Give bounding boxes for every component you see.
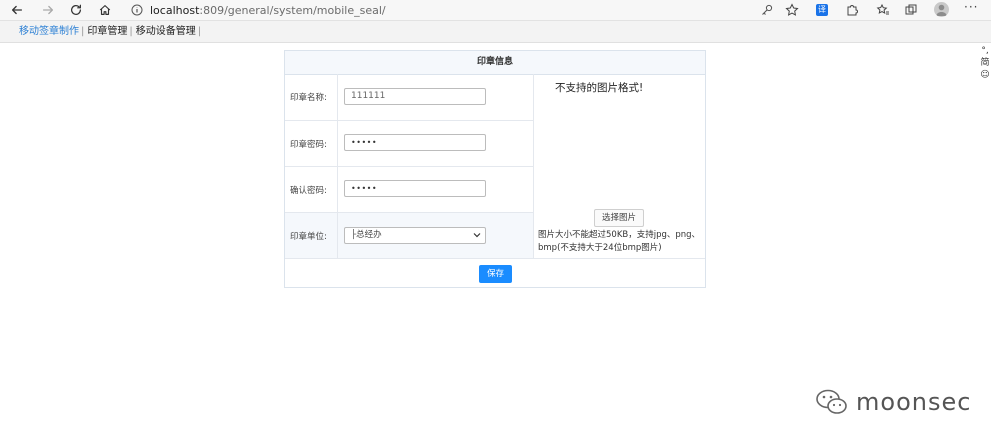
home-button[interactable] [95,1,115,19]
seal-name-row: 印章名称: 111111 [285,74,533,121]
key-icon[interactable] [760,3,774,17]
confirm-password-label: 确认密码: [285,167,338,212]
choose-image-button[interactable]: 选择图片 [594,209,644,227]
wechat-logo-icon [816,389,847,414]
module-tab-bar: 移动签章制作 | 印章管理 | 移动设备管理 | [0,21,991,43]
ime-char[interactable]: 简 [979,57,991,69]
seal-password-input[interactable]: ••••• [344,134,486,151]
address-bar[interactable]: localhost:809/general/system/mobile_seal… [122,0,808,20]
tab-seal-management[interactable]: 印章管理 [87,21,127,43]
chevron-down-icon [473,233,481,238]
reload-icon [71,4,81,15]
seal-unit-selected: ├总经办 [351,230,382,240]
profile-avatar-icon[interactable] [934,2,949,17]
watermark-text: moonsec [856,388,972,416]
seal-password-label: 印章密码: [285,121,338,166]
seal-info-panel: 印章信息 印章名称: 111111 印章密码: ••••• 确认密码: ••••… [284,50,706,288]
home-icon [99,5,111,15]
ime-char[interactable]: °, [979,45,991,57]
forward-arrow-icon [42,5,54,15]
ime-char[interactable]: ☺ [979,69,991,81]
seal-name-label: 印章名称: [285,74,338,120]
tab-separator: | [129,26,133,37]
seal-unit-label: 印章单位: [285,213,338,258]
tab-mobile-seal-make[interactable]: 移动签章制作 [19,21,79,43]
back-button[interactable] [7,1,27,19]
url-text: localhost:809/general/system/mobile_seal… [150,4,386,17]
seal-password-row: 印章密码: ••••• [285,121,533,167]
forward-button[interactable] [38,1,58,19]
tab-mobile-device-management[interactable]: 移动设备管理 [136,21,196,43]
back-arrow-icon [11,5,23,15]
collections-icon[interactable] [904,3,918,17]
image-requirements-hint: 图片大小不能超过50KB，支持jpg、png、bmp(不支持大于24位bmp图片… [538,230,701,253]
seal-unit-row: 印章单位: ├总经办 [285,213,533,258]
reload-button[interactable] [66,1,86,19]
more-menu-icon[interactable]: ··· [964,0,978,14]
seal-unit-select[interactable]: ├总经办 [344,227,486,244]
seal-name-input[interactable]: 111111 [344,88,486,105]
url-host: localhost [150,3,200,17]
extensions-puzzle-icon[interactable] [845,3,859,17]
panel-title: 印章信息 [285,51,705,75]
translate-extension-icon[interactable]: 译 [816,4,828,16]
confirm-password-row: 确认密码: ••••• [285,167,533,213]
browser-toolbar: localhost:809/general/system/mobile_seal… [0,0,991,21]
url-path: :809/general/system/mobile_seal/ [199,3,386,17]
tab-separator: | [81,26,85,37]
tab-separator: | [197,26,202,37]
form-footer: 保存 [285,258,705,287]
confirm-password-input[interactable]: ••••• [344,180,486,197]
site-info-icon[interactable] [131,4,143,16]
watermark: moonsec [815,387,971,417]
favorites-list-icon[interactable] [876,3,890,17]
save-button[interactable]: 保存 [479,265,512,283]
image-preview-message: 不支持的图片格式! [555,82,644,94]
seal-image-cell: 不支持的图片格式! 选择图片 图片大小不能超过50KB，支持jpg、png、bm… [533,74,705,258]
favorite-star-icon[interactable] [785,3,799,17]
